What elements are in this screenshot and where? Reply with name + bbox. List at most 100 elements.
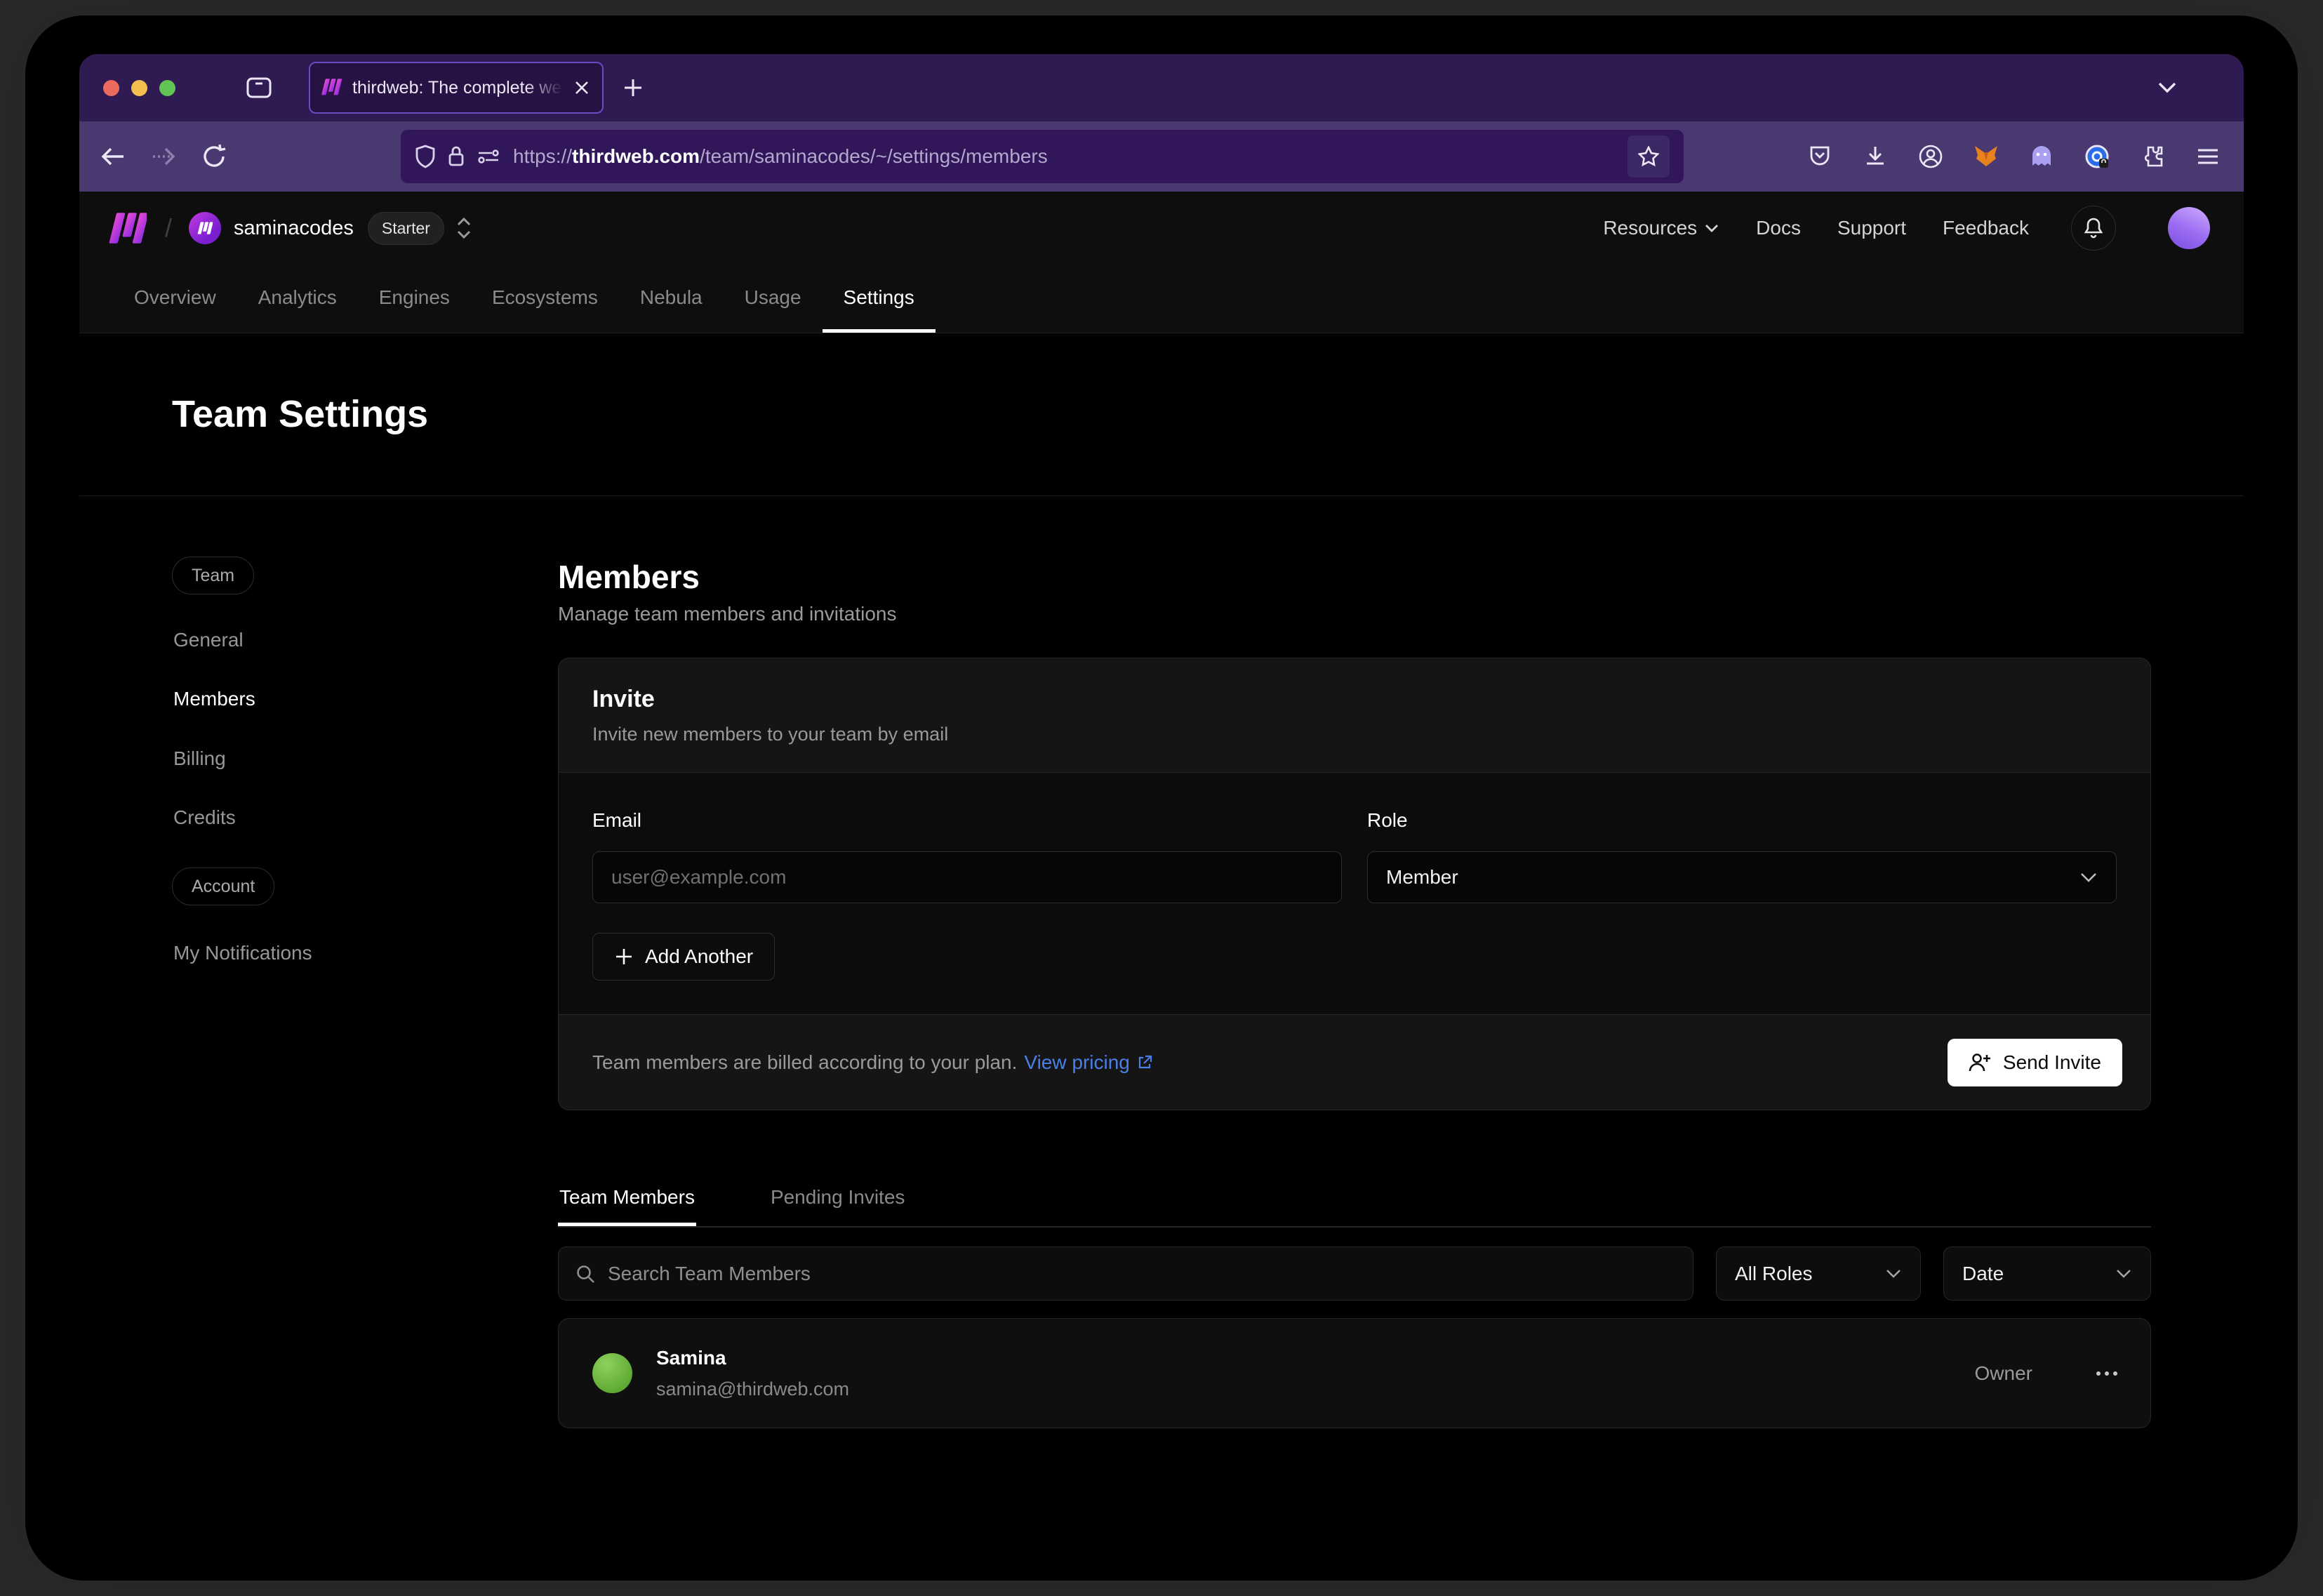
user-plus-icon [1969,1052,1991,1073]
sidebar-item-billing[interactable]: Billing [173,743,226,774]
extension-icons [1799,136,2228,177]
role-select[interactable]: Member [1367,851,2117,903]
primary-nav-tabs: Overview Analytics Engines Ecosystems Ne… [113,265,936,333]
address-bar[interactable]: https://thirdweb.com/team/saminacodes/~/… [401,130,1684,183]
tab-analytics[interactable]: Analytics [237,265,358,333]
browser-tab[interactable]: thirdweb: The complete web3 d [309,62,604,114]
member-avatar [592,1353,632,1393]
member-list-tabs: Team Members Pending Invites [558,1171,2151,1228]
url-host: thirdweb.com [572,145,700,167]
sidebar-group-team: Team [172,557,254,594]
tab-engines[interactable]: Engines [358,265,471,333]
billing-note: Team members are billed according to you… [592,1051,1017,1074]
search-team-members[interactable] [558,1246,1693,1301]
app-header: / saminacodes Starter [79,192,2244,333]
team-avatar [189,212,221,244]
tab-pending-invites[interactable]: Pending Invites [769,1171,906,1226]
tab-title: thirdweb: The complete web3 d [352,78,563,98]
list-all-tabs-icon[interactable] [2155,80,2179,95]
pocket-icon[interactable] [1799,136,1840,177]
member-row: Samina samina@thirdweb.com Owner [558,1318,2151,1428]
menu-resources[interactable]: Resources [1603,217,1719,239]
back-icon[interactable] [93,137,133,176]
role-label: Role [1367,809,2117,832]
notifications-bell-icon[interactable] [2071,206,2116,251]
window-controls [103,80,175,96]
menu-support[interactable]: Support [1837,217,1906,239]
metamask-icon[interactable] [1966,136,2006,177]
account-icon[interactable] [1910,136,1951,177]
minimize-window-button[interactable] [131,80,147,96]
members-section: Members Manage team members and invitati… [558,496,2151,1494]
invite-form: Email Role Member [559,773,2150,1015]
role-select-value: Member [1386,866,1458,889]
maximize-window-button[interactable] [159,80,175,96]
menu-docs[interactable]: Docs [1756,217,1801,239]
top-menu: Resources Docs Support Feedback [1603,206,2210,251]
download-icon[interactable] [1855,136,1896,177]
extensions-puzzle-icon[interactable] [2132,136,2173,177]
add-another-button[interactable]: Add Another [592,933,775,980]
external-link-icon [1136,1054,1153,1071]
url-text: https://thirdweb.com/team/saminacodes/~/… [513,145,1628,168]
chevron-down-icon [2079,872,2098,883]
tab-team-members[interactable]: Team Members [558,1171,696,1226]
chevron-down-icon [2115,1268,2132,1279]
close-window-button[interactable] [103,80,119,96]
bookmark-star-icon[interactable] [1628,135,1670,178]
invite-card: Invite Invite new members to your team b… [558,658,2151,1110]
sidebar-item-my-notifications[interactable]: My Notifications [173,938,312,969]
firefox-view-icon[interactable] [246,75,272,100]
invite-title: Invite [592,686,2117,713]
menu-feedback[interactable]: Feedback [1943,217,2029,239]
team-name[interactable]: saminacodes [234,217,354,240]
sidebar-item-general[interactable]: General [173,625,244,656]
member-email: samina@thirdweb.com [656,1378,849,1400]
new-tab-button[interactable] [622,77,644,99]
section-title: Members [558,558,700,596]
phantom-icon[interactable] [2021,136,2062,177]
tracking-protection-shield-icon[interactable] [415,145,436,168]
tab-ecosystems[interactable]: Ecosystems [471,265,619,333]
team-switcher-icon[interactable] [454,216,474,240]
send-invite-button[interactable]: Send Invite [1948,1039,2122,1086]
thirdweb-logo[interactable] [109,212,147,244]
email-label: Email [592,809,1342,832]
user-avatar[interactable] [2168,207,2210,249]
member-filter-row: All Roles Date [558,1246,2151,1301]
email-input[interactable] [592,851,1342,903]
search-input[interactable] [608,1263,1676,1285]
tab-overview[interactable]: Overview [113,265,237,333]
connection-lock-icon[interactable] [447,145,465,168]
reload-icon[interactable] [194,137,234,176]
menu-hamburger-icon[interactable] [2188,136,2228,177]
page-title: Team Settings [172,392,428,436]
view-pricing-link[interactable]: View pricing [1024,1051,1152,1074]
invite-description: Invite new members to your team by email [592,724,2117,745]
sidebar-item-credits[interactable]: Credits [173,802,236,833]
member-info: Samina samina@thirdweb.com [656,1347,849,1400]
tab-usage[interactable]: Usage [724,265,823,333]
date-sort-select[interactable]: Date [1943,1246,2151,1301]
invite-card-footer: Team members are billed according to you… [559,1015,2150,1110]
forward-icon[interactable] [144,137,183,176]
member-name: Samina [656,1347,849,1369]
browser-window: thirdweb: The complete web3 d [79,54,2244,1494]
permissions-icon[interactable] [477,147,500,166]
title-section: Team Settings [79,333,2244,496]
sidebar-item-members[interactable]: Members [173,684,255,714]
role-field-group: Role Member [1367,809,2117,903]
onepassword-icon[interactable] [2077,136,2117,177]
roles-filter-select[interactable]: All Roles [1716,1246,1921,1301]
close-tab-icon[interactable] [573,79,591,97]
sidebar-group-account: Account [172,867,274,905]
browser-titlebar: thirdweb: The complete web3 d [79,54,2244,121]
member-role: Owner [1975,1362,2032,1385]
browser-toolbar: https://thirdweb.com/team/saminacodes/~/… [79,121,2244,192]
tab-settings[interactable]: Settings [823,265,936,333]
thirdweb-favicon-icon [321,79,342,97]
member-actions-ellipsis-icon[interactable] [2094,1369,2119,1378]
tab-nebula[interactable]: Nebula [619,265,724,333]
email-field-group: Email [592,809,1342,903]
invite-card-header: Invite Invite new members to your team b… [559,658,2150,773]
